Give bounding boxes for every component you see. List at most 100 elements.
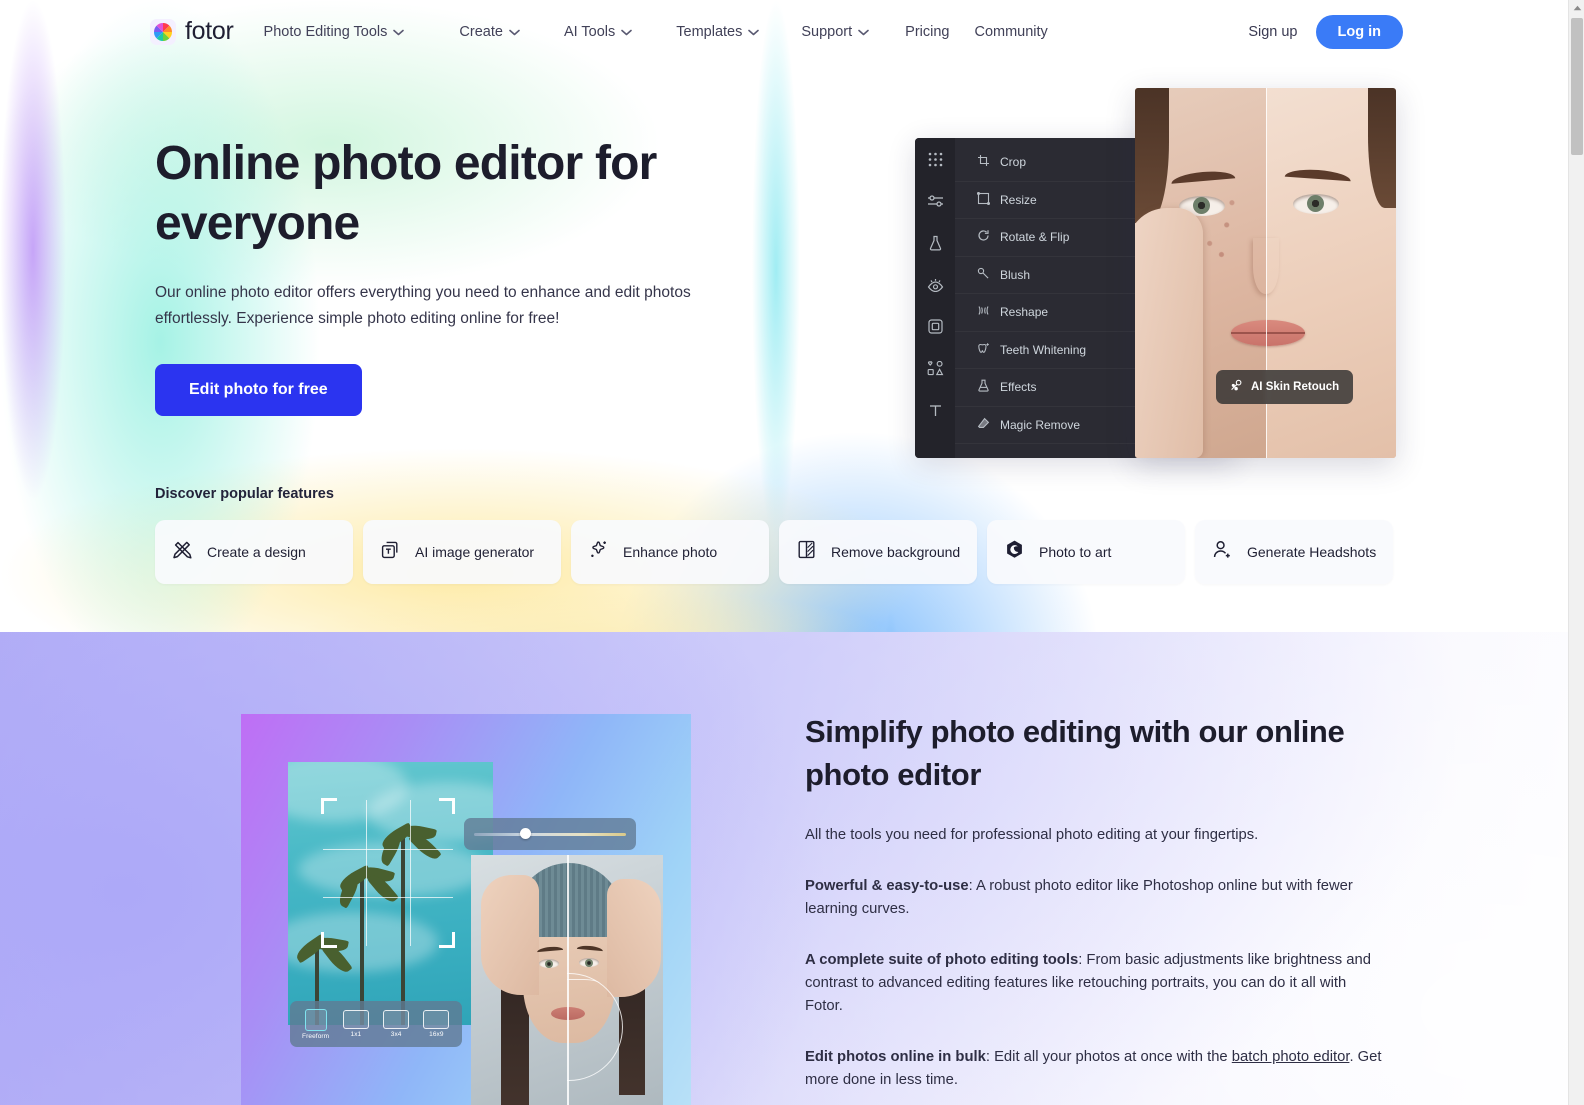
resize-icon bbox=[976, 191, 991, 208]
feature-card-enhance-photo[interactable]: Enhance photo bbox=[571, 520, 769, 584]
crop-option-16x9[interactable]: 16x9 bbox=[420, 1010, 453, 1038]
adjust-sliders-icon bbox=[927, 194, 944, 213]
nav-account-actions: Sign up Log in bbox=[1248, 14, 1403, 49]
crop-icon bbox=[977, 154, 990, 170]
before-after-divider[interactable] bbox=[567, 855, 569, 1105]
crop-option-label: 1x1 bbox=[350, 1031, 362, 1038]
adjustment-slider-panel[interactable] bbox=[464, 818, 636, 850]
shapes-icon bbox=[927, 360, 944, 381]
nav-item-photo-editing-tools[interactable]: Photo Editing Tools bbox=[264, 24, 405, 40]
nav-item-list: Photo Editing Tools Create AI Tools Temp… bbox=[264, 24, 1048, 40]
feature-card-label: AI image generator bbox=[415, 543, 535, 560]
feature-card-label: Photo to art bbox=[1039, 543, 1112, 560]
person-plus-icon bbox=[1211, 538, 1234, 566]
status-badge: AI Skin Retouch bbox=[1216, 370, 1354, 404]
edit-photo-for-free-button[interactable]: Edit photo for free bbox=[155, 364, 362, 416]
crop-ratio-swatch bbox=[342, 1010, 369, 1029]
crop-ratio-swatch bbox=[383, 1010, 410, 1029]
chevron-down-icon bbox=[748, 24, 760, 40]
crop-option-1x1[interactable]: 1x1 bbox=[339, 1010, 372, 1038]
frame-icon bbox=[927, 319, 943, 339]
retouch-flask-icon bbox=[928, 235, 943, 256]
feature-card-list: Create a design AI image generator Enhan… bbox=[155, 520, 1393, 584]
feature-card-generate-headshots[interactable]: Generate Headshots bbox=[1195, 520, 1393, 584]
section-title: Simplify photo editing with our online p… bbox=[805, 714, 1345, 792]
crop-option-3x4[interactable]: 3x4 bbox=[380, 1010, 413, 1038]
feature-card-label: Generate Headshots bbox=[1247, 543, 1377, 560]
chevron-down-icon bbox=[509, 24, 520, 40]
palms-photo bbox=[288, 762, 493, 1025]
chevron-down-icon bbox=[393, 24, 405, 40]
chevron-down-icon bbox=[621, 24, 633, 40]
feature-card-remove-background[interactable]: Remove background bbox=[779, 520, 977, 584]
benefit-lead: Edit photos online in bulk bbox=[805, 1049, 986, 1065]
popular-features: Discover popular features Create a desig… bbox=[155, 486, 1393, 584]
reshape-icon bbox=[977, 304, 990, 320]
simplify-content: Simplify photo editing with our online p… bbox=[805, 710, 1385, 1105]
nav-item-community[interactable]: Community bbox=[974, 24, 1047, 40]
page-scrollbar[interactable] bbox=[1568, 0, 1584, 1105]
editor-tool-rail bbox=[915, 138, 955, 458]
nav-item-label: Templates bbox=[676, 23, 743, 40]
brand-name: fotor bbox=[185, 17, 234, 45]
chevron-down-icon bbox=[858, 24, 869, 40]
section-intro: All the tools you need for professional … bbox=[805, 827, 1259, 843]
crop-ratio-swatch bbox=[304, 1008, 327, 1031]
status-badge-label: AI Skin Retouch bbox=[1251, 381, 1340, 393]
feature-card-create-a-design[interactable]: Create a design bbox=[155, 520, 353, 584]
magic-remove-icon bbox=[977, 417, 990, 433]
fotor-pinwheel-logo-icon bbox=[150, 18, 176, 45]
features-title: Discover popular features bbox=[155, 486, 334, 502]
editor-tool-label: Reshape bbox=[1000, 305, 1049, 320]
feature-card-label: Create a design bbox=[207, 543, 306, 560]
editor-tool-label: Rotate & Flip bbox=[1000, 230, 1070, 245]
feature-card-photo-to-art[interactable]: Photo to art bbox=[987, 520, 1185, 584]
nav-item-label: Create bbox=[459, 23, 503, 40]
crossed-pens-icon bbox=[171, 538, 194, 566]
brand-logo[interactable]: fotor bbox=[150, 17, 234, 46]
slider-handle[interactable] bbox=[519, 828, 531, 839]
grid-dots-icon bbox=[928, 152, 943, 172]
photo-to-art-icon bbox=[1003, 538, 1026, 566]
nav-item-pricing[interactable]: Pricing bbox=[905, 24, 949, 40]
nav-item-templates[interactable]: Templates bbox=[676, 23, 760, 40]
signup-link[interactable]: Sign up bbox=[1248, 24, 1297, 40]
benefit-paragraph-2: A complete suite of photo editing tools:… bbox=[805, 949, 1385, 1018]
editor-tool-label: Resize bbox=[1000, 192, 1037, 207]
feature-card-label: Remove background bbox=[831, 543, 961, 560]
crop-option-label: 16x9 bbox=[429, 1031, 444, 1038]
login-button[interactable]: Log in bbox=[1315, 14, 1403, 49]
teeth-icon bbox=[977, 342, 990, 358]
ai-image-stack-icon bbox=[379, 538, 402, 566]
portrait-before-after bbox=[471, 855, 663, 1105]
crop-ratio-panel: Freeform 1x1 3x4 16x9 bbox=[290, 1001, 462, 1047]
crop-option-freeform[interactable]: Freeform bbox=[299, 1008, 332, 1040]
page-root: fotor Photo Editing Tools Create AI Tool… bbox=[0, 0, 1584, 1105]
scrollbar-thumb[interactable] bbox=[1571, 18, 1583, 155]
blush-icon bbox=[977, 267, 990, 283]
nav-item-label: Support bbox=[801, 23, 853, 40]
scroll-up-arrow-icon[interactable] bbox=[1569, 0, 1584, 16]
crop-overlay[interactable] bbox=[321, 798, 455, 948]
crop-ratio-swatch bbox=[423, 1010, 450, 1029]
nav-item-create[interactable]: Create bbox=[459, 24, 520, 40]
feature-card-ai-image-generator[interactable]: AI image generator bbox=[363, 520, 561, 584]
editor-tool-label: Blush bbox=[1000, 267, 1031, 282]
effects-icon bbox=[977, 379, 990, 395]
eye-beauty-icon bbox=[927, 278, 944, 297]
text-icon bbox=[928, 403, 943, 423]
benefit-lead: A complete suite of photo editing tools bbox=[805, 952, 1079, 968]
simplify-section: Freeform 1x1 3x4 16x9 Simplify photo edi… bbox=[0, 632, 1568, 1105]
editor-tool-label: Teeth Whitening bbox=[1000, 342, 1087, 357]
batch-photo-editor-link[interactable]: batch photo editor bbox=[1232, 1049, 1350, 1065]
slider-track[interactable] bbox=[474, 828, 626, 839]
benefit-paragraph-1: Powerful & easy-to-use: A robust photo e… bbox=[805, 875, 1385, 921]
editor-tool-label: Magic Remove bbox=[1000, 417, 1081, 432]
nav-item-support[interactable]: Support bbox=[801, 24, 869, 40]
remove-bg-icon bbox=[795, 538, 818, 566]
nav-item-ai-tools[interactable]: AI Tools bbox=[563, 23, 633, 40]
editor-tool-label: Crop bbox=[1000, 155, 1027, 170]
ai-skin-retouch-icon bbox=[1230, 379, 1243, 395]
nav-item-label: Photo Editing Tools bbox=[263, 23, 388, 40]
nav-item-label: AI Tools bbox=[563, 23, 616, 40]
